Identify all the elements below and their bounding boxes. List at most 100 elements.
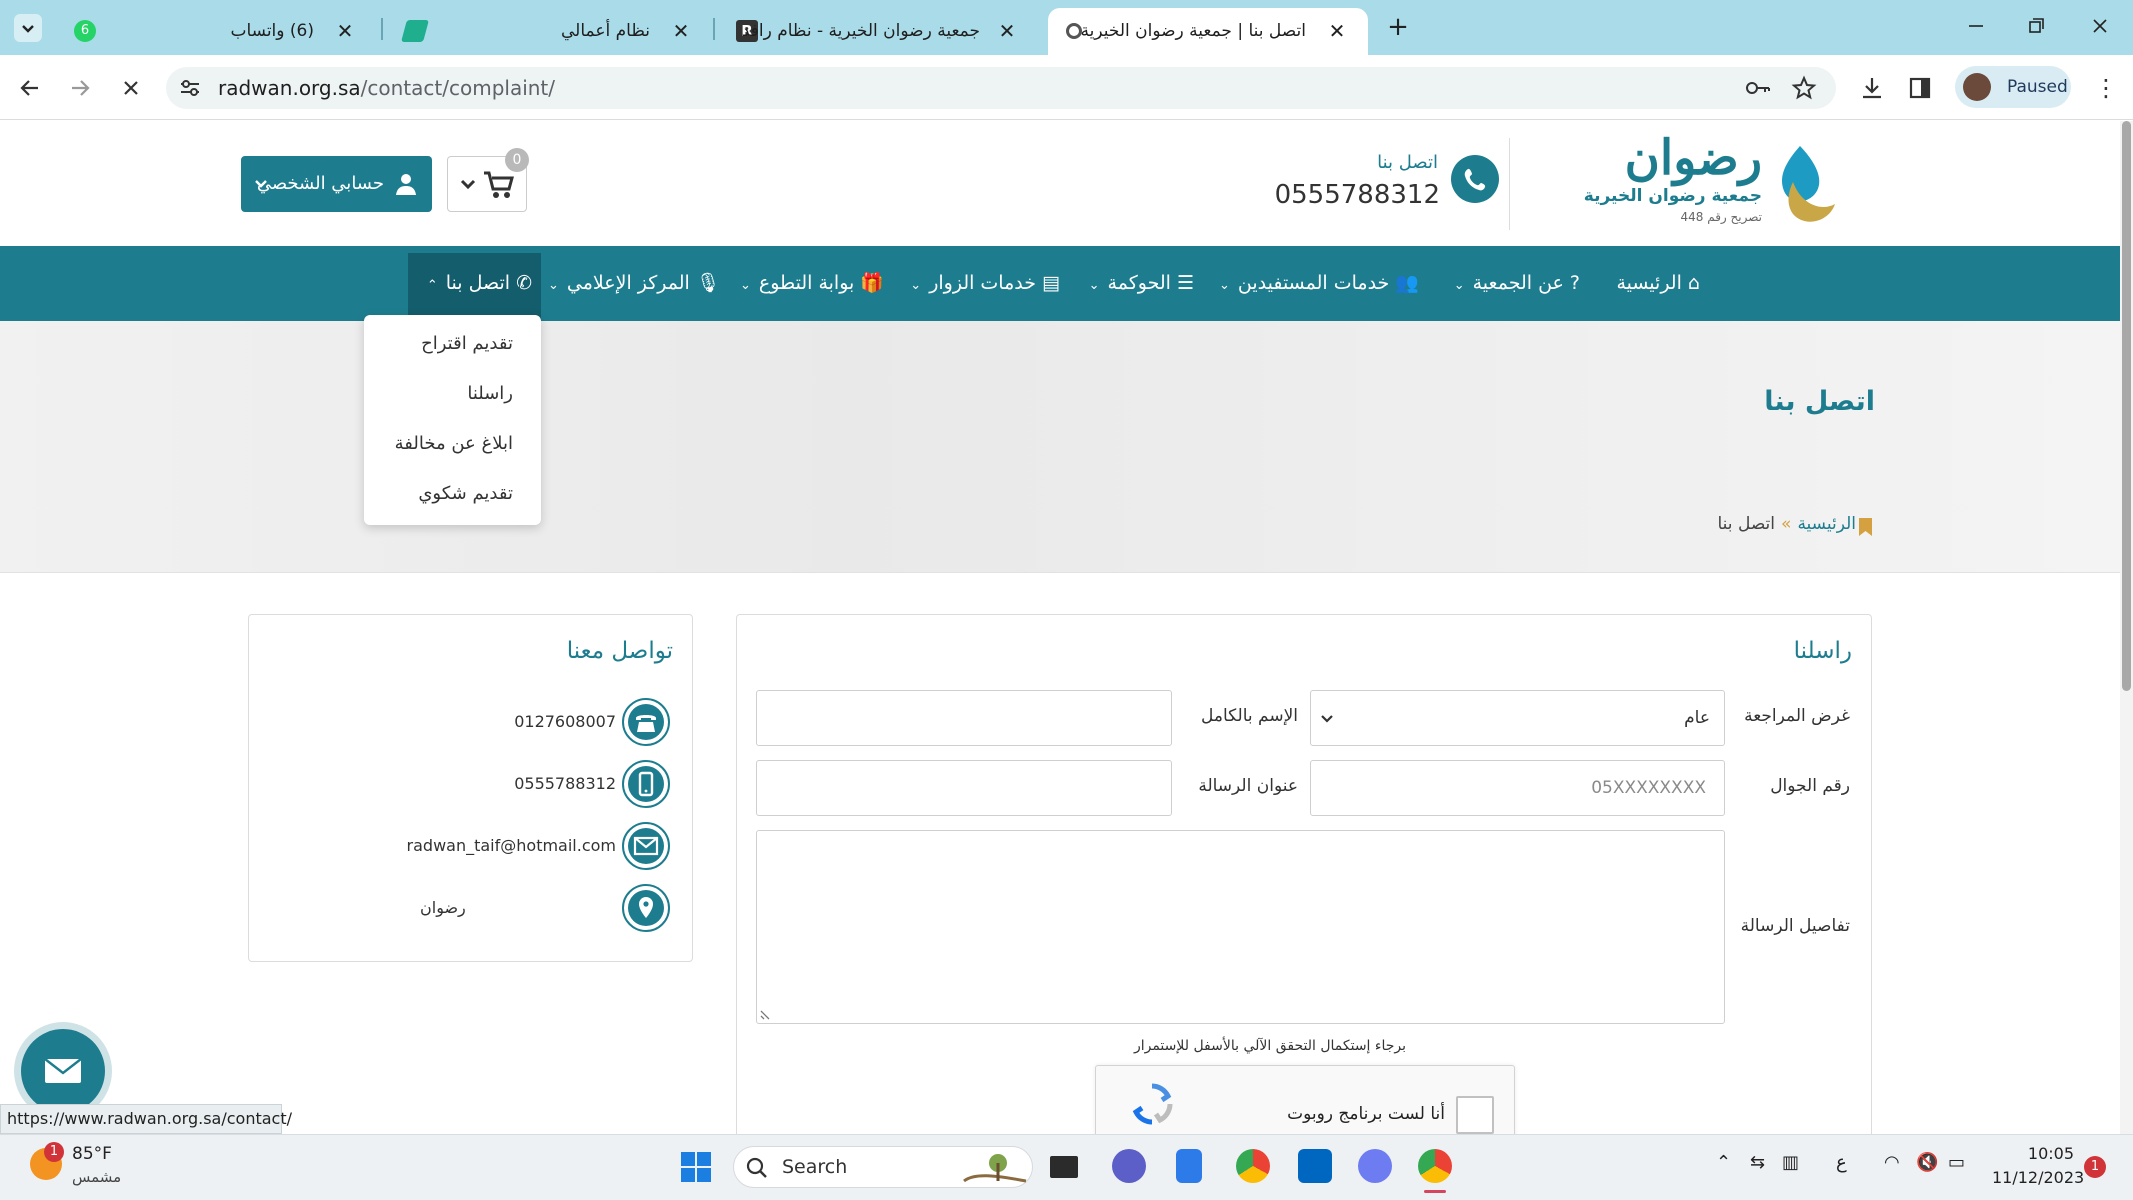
close-tab-icon[interactable]: ✕ [994, 18, 1020, 44]
url-text[interactable]: radwan.org.sa/contact/complaint/ [218, 67, 555, 109]
mobile-input[interactable]: 05XXXXXXXX [1310, 760, 1725, 816]
windows-start-icon[interactable] [680, 1151, 712, 1183]
contact-email[interactable]: radwan_taif@hotmail.com [380, 836, 616, 855]
nav-item-beneficiary-services[interactable]: 👥 خدمات المستفيدين ⌄ [1219, 246, 1419, 321]
subject-input[interactable] [756, 760, 1172, 816]
contact-mobile[interactable]: 0555788312 [420, 774, 616, 793]
tab-business-system[interactable]: نظام أعمالي ✕ [386, 8, 712, 55]
microsoft-store-icon[interactable] [1298, 1149, 1332, 1183]
tab-title: نظام أعمالي [560, 21, 650, 41]
envelope-icon [622, 822, 670, 870]
tab-divider [381, 18, 383, 40]
account-button[interactable]: حسابي الشخصي [241, 156, 432, 212]
forward-arrow-icon[interactable] [66, 74, 94, 102]
clock-date[interactable]: 11/12/2023 [1992, 1168, 2084, 1187]
tab-rafed-system[interactable]: R جمعية رضوان الخيرية - نظام رافد ✕ [718, 8, 1038, 55]
resize-handle-icon[interactable] [759, 1007, 773, 1021]
breadcrumb-home[interactable]: الرئيسية [1797, 514, 1856, 534]
nav-item-governance[interactable]: ☰ الحوكمة ⌄ [1082, 246, 1194, 321]
page-scrollbar-thumb[interactable] [2122, 121, 2131, 691]
password-key-icon[interactable] [1744, 76, 1772, 100]
dropdown-item-report-violation[interactable]: ابلاغ عن مخالفة [395, 433, 513, 454]
recaptcha-checkbox[interactable] [1456, 1096, 1494, 1134]
url-host: radwan.org.sa [218, 76, 361, 100]
media-control-icon[interactable]: ▥ [1782, 1152, 1799, 1173]
wifi-icon[interactable]: ◠ [1884, 1152, 1900, 1173]
contact-landline[interactable]: 0127608007 [420, 712, 616, 731]
active-app-indicator [1424, 1190, 1446, 1193]
site-logo[interactable]: رضوان جمعية رضوان الخيرية تصريح رقم 448 [1575, 130, 1835, 234]
recaptcha-logo-icon [1132, 1083, 1173, 1125]
weather-badge: 1 [44, 1142, 64, 1162]
network-sync-icon[interactable]: ⇆ [1750, 1152, 1765, 1173]
telephone-icon [622, 698, 670, 746]
logo-license: تصريح رقم 448 [1680, 210, 1762, 224]
search-icon [746, 1157, 767, 1178]
browser-menu-icon[interactable]: ⋮ [2094, 74, 2118, 102]
dropdown-item-complaint[interactable]: تقديم شكوي [418, 483, 513, 504]
contact-address: رضوان [420, 898, 466, 917]
home-icon: ⌂ [1681, 272, 1700, 294]
close-tab-icon[interactable]: ✕ [332, 18, 358, 44]
input-language[interactable]: ع [1836, 1152, 1847, 1173]
side-panel-icon[interactable] [1906, 74, 1934, 102]
notepad-icon[interactable] [1176, 1149, 1202, 1183]
tab-contact-us[interactable]: اتصل بنا | جمعية رضوان الخيرية ✕ [1048, 8, 1368, 55]
app-logo-icon [401, 20, 429, 42]
dropdown-item-suggestion[interactable]: تقديم اقتراح [421, 333, 513, 354]
close-window-icon[interactable] [2088, 14, 2112, 38]
nav-item-home[interactable]: ⌂ الرئيسية [1608, 246, 1700, 321]
battery-icon[interactable]: ▭ [1948, 1152, 1965, 1173]
breadcrumb-separator: » [1781, 514, 1792, 534]
nav-label: خدمات المستفيدين [1237, 272, 1390, 294]
close-tab-icon[interactable]: ✕ [1324, 18, 1350, 44]
url-path: /contact/complaint/ [360, 76, 556, 100]
dropdown-item-message-us[interactable]: راسلنا [467, 383, 513, 404]
notification-badge[interactable]: 1 [2084, 1156, 2106, 1178]
chevron-down-icon [1321, 715, 1333, 723]
nav-item-media-center[interactable]: 🎙 المركز الإعلامي ⌄ [548, 246, 720, 321]
chevron-down-icon: ⌄ [739, 278, 751, 293]
chrome-profile-icon[interactable] [1418, 1149, 1452, 1183]
minimize-window-icon[interactable] [1964, 14, 1988, 38]
speaker-muted-icon[interactable]: 🔇 [1916, 1152, 1938, 1173]
profile-paused-button[interactable]: Paused [1955, 66, 2071, 108]
nav-item-visitor-services[interactable]: ▤ خدمات الزوار ⌄ [910, 246, 1060, 321]
fullname-input[interactable] [756, 690, 1172, 746]
clock-time[interactable]: 10:05 [1992, 1144, 2074, 1163]
purpose-value: عام [1684, 708, 1710, 728]
nav-item-volunteer-portal[interactable]: 🎁 بوابة التطوع ⌄ [740, 246, 884, 321]
message-icon [44, 1058, 82, 1083]
chrome-icon[interactable] [1236, 1149, 1270, 1183]
mobile-icon [622, 760, 670, 808]
phone-icon [1451, 155, 1499, 203]
site-settings-icon[interactable] [178, 77, 202, 99]
tab-whatsapp[interactable]: 6 (6) واتساب ✕ [56, 8, 376, 55]
details-textarea[interactable] [756, 830, 1725, 1024]
nav-label: بوابة التطوع [758, 272, 855, 294]
user-icon [396, 174, 416, 195]
download-icon[interactable] [1858, 74, 1886, 102]
new-tab-plus-icon[interactable]: + [1384, 13, 1412, 41]
bookmark-star-icon[interactable] [1790, 74, 1818, 102]
restore-window-icon[interactable] [2024, 14, 2048, 38]
show-hidden-icons-chevron-icon[interactable]: ⌃ [1716, 1152, 1731, 1173]
close-tab-icon[interactable]: ✕ [668, 18, 694, 44]
mobile-placeholder: 05XXXXXXXX [1591, 778, 1706, 798]
copilot-icon[interactable] [1358, 1149, 1392, 1183]
taskbar-search-box[interactable] [733, 1146, 1033, 1188]
nav-item-about[interactable]: ? عن الجمعية ⌄ [1448, 246, 1580, 321]
purpose-select[interactable]: عام [1310, 690, 1725, 746]
chevron-up-icon: ⌃ [426, 278, 438, 293]
profile-status: Paused [2007, 77, 2068, 97]
tab-title: اتصل بنا | جمعية رضوان الخيرية [1080, 21, 1306, 41]
task-view-icon[interactable] [1050, 1156, 1078, 1178]
back-arrow-icon[interactable] [16, 74, 44, 102]
breadcrumb: الرئيسية»اتصل بنا [1600, 514, 1880, 542]
header-phone-number[interactable]: 0555788312 [1240, 180, 1440, 210]
stop-loading-icon[interactable] [117, 74, 145, 102]
nav-item-contact-us[interactable]: ✆ اتصل بنا ⌃ [420, 246, 532, 321]
teams-chat-icon[interactable] [1112, 1149, 1146, 1183]
form-title: راسلنا [1793, 638, 1852, 664]
tab-search-button[interactable] [14, 14, 42, 42]
